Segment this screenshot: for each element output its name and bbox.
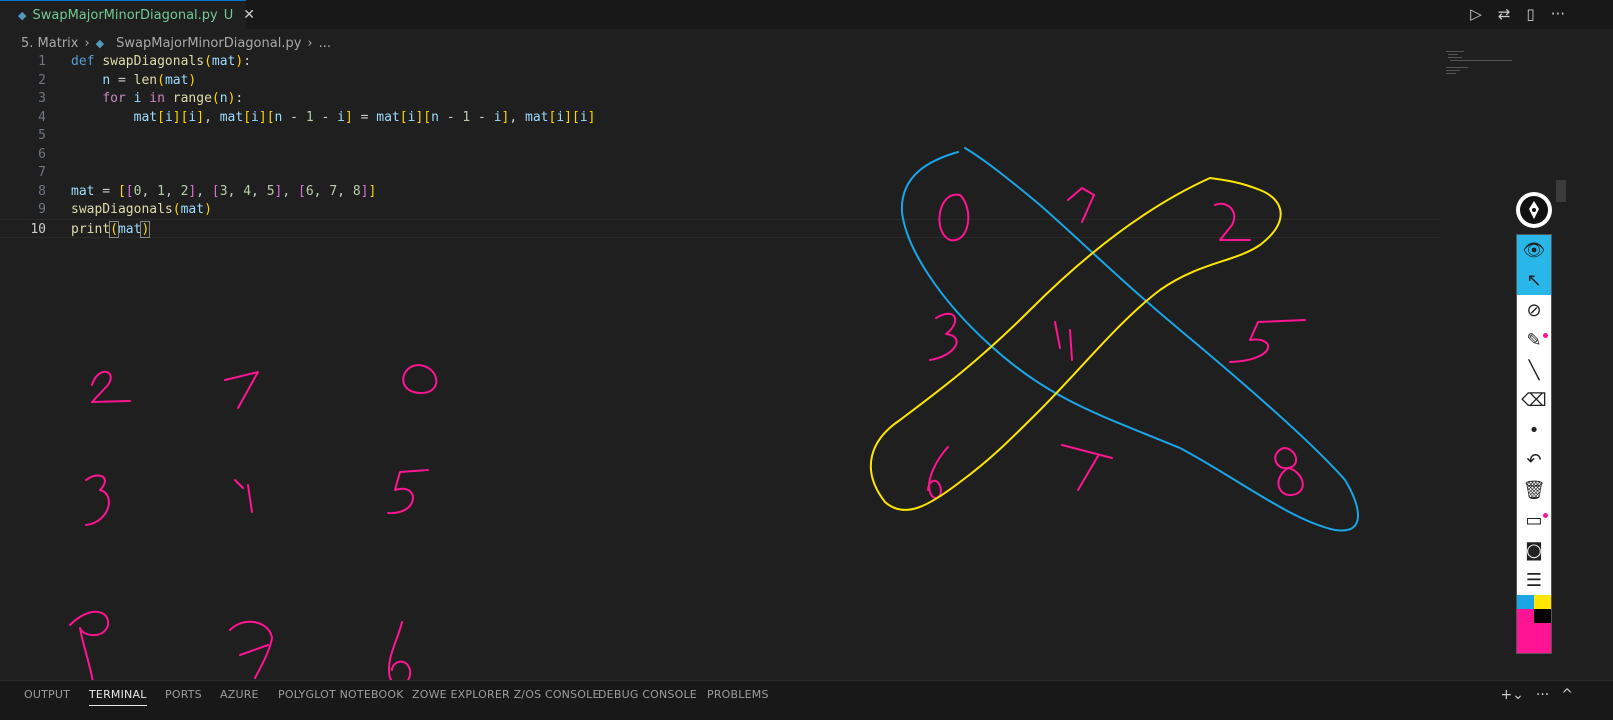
code-line: 7 xyxy=(0,163,1480,182)
close-icon[interactable]: ✕ xyxy=(243,7,255,23)
tab-status: U xyxy=(223,7,234,23)
swatch-cyan[interactable] xyxy=(1517,595,1534,609)
swatch-pink-small[interactable] xyxy=(1517,609,1534,623)
minimap[interactable] xyxy=(1446,50,1516,80)
tab-ports[interactable]: PORTS xyxy=(165,688,202,701)
add-terminal-icon[interactable]: +⌄ xyxy=(1500,687,1523,703)
line-icon[interactable]: ╲ xyxy=(1517,355,1551,385)
code-text: def swapDiagonals(mat): xyxy=(71,54,252,69)
highlighter-icon[interactable]: ✎ xyxy=(1517,325,1551,355)
code-line: 6 xyxy=(0,145,1480,164)
undo-icon[interactable]: ↶ xyxy=(1517,445,1551,475)
pen-off-icon[interactable]: ⊘ xyxy=(1517,295,1551,325)
clipboard-icon[interactable]: ☰ xyxy=(1517,565,1551,595)
code-text: mat[i][i], mat[i][n - 1 - i] = mat[i][n … xyxy=(133,109,596,125)
drawing-toolbar: 👁 ↖ ⊘ ✎ ╲ ⌫ • ↶ 🗑 ▭ ◙ ☰ xyxy=(1516,192,1552,654)
scrollbar-thumb[interactable] xyxy=(1556,180,1566,202)
python-icon: ◆ xyxy=(18,8,27,22)
tab-filename: SwapMajorMinorDiagonal.py xyxy=(32,7,218,23)
line-number: 4 xyxy=(38,109,46,125)
compare-icon[interactable]: ⇄ xyxy=(1498,5,1511,23)
eraser-icon[interactable]: ⌫ xyxy=(1517,385,1551,415)
whiteboard-icon[interactable]: ▭ xyxy=(1517,505,1551,535)
line-number: 2 xyxy=(38,72,46,88)
code-text: print(mat) xyxy=(71,220,151,238)
tab-terminal[interactable]: TERMINAL xyxy=(89,688,147,706)
breadcrumb: 5. Matrix › ◆ SwapMajorMinorDiagonal.py … xyxy=(21,33,331,53)
breadcrumb-more[interactable]: ... xyxy=(319,36,331,51)
code-line: 9 swapDiagonals(mat) xyxy=(0,200,1480,219)
line-number: 8 xyxy=(38,183,46,199)
line-number: 7 xyxy=(38,165,46,180)
tab-debug-console[interactable]: DEBUG CONSOLE xyxy=(598,688,697,701)
pen-icon[interactable] xyxy=(1516,192,1552,228)
breadcrumb-file[interactable]: SwapMajorMinorDiagonal.py xyxy=(116,36,301,51)
code-line: 4 mat[i][i], mat[i][n - 1 - i] = mat[i][… xyxy=(0,108,1480,127)
line-number: 10 xyxy=(30,221,46,237)
eye-icon[interactable]: 👁 xyxy=(1517,235,1551,265)
camera-icon[interactable]: ◙ xyxy=(1517,535,1551,565)
code-line: 5 xyxy=(0,126,1480,145)
editor-tab[interactable]: ◆ SwapMajorMinorDiagonal.py U ✕ xyxy=(0,0,255,29)
line-number: 1 xyxy=(38,54,46,69)
split-editor-icon[interactable]: ▯ xyxy=(1526,5,1534,23)
line-number: 6 xyxy=(38,146,46,162)
bottom-panel: OUTPUT TERMINAL PORTS AZURE POLYGLOT NOT… xyxy=(0,680,1613,720)
tab-zowe-console[interactable]: ZOWE EXPLORER Z/OS CONSOLE xyxy=(412,688,600,701)
breadcrumb-folder[interactable]: 5. Matrix xyxy=(21,36,78,51)
cursor-icon[interactable]: ↖ xyxy=(1517,265,1551,295)
code-text: mat = [[0, 1, 2], [3, 4, 5], [6, 7, 8]] xyxy=(71,183,377,199)
line-number: 3 xyxy=(38,91,46,106)
tab-azure[interactable]: AZURE xyxy=(220,688,259,701)
chevron-right-icon: › xyxy=(307,35,313,51)
chevron-right-icon: › xyxy=(84,35,90,51)
line-number: 5 xyxy=(38,128,46,143)
code-text: n = len(mat) xyxy=(102,72,197,88)
tab-output[interactable]: OUTPUT xyxy=(24,688,70,701)
code-text: swapDiagonals(mat) xyxy=(71,202,212,217)
current-color xyxy=(1517,623,1551,653)
trash-icon[interactable]: 🗑 xyxy=(1517,475,1551,505)
dot-icon[interactable]: • xyxy=(1517,415,1551,445)
tab-bar: ◆ SwapMajorMinorDiagonal.py U ✕ ▷ ⇄ ▯ ··… xyxy=(0,0,1613,29)
maximize-panel-icon[interactable]: ^ xyxy=(1561,687,1573,703)
color-swatches[interactable] xyxy=(1517,595,1551,653)
code-line-current: 10 print(mat) xyxy=(0,218,1440,238)
tab-polyglot-notebook[interactable]: POLYGLOT NOTEBOOK xyxy=(278,688,404,701)
line-number: 9 xyxy=(38,202,46,217)
code-text: for i in range(n): xyxy=(102,91,244,106)
tab-problems[interactable]: PROBLEMS xyxy=(707,688,769,701)
swatch-yellow[interactable] xyxy=(1534,595,1551,609)
python-icon: ◆ xyxy=(95,36,105,50)
code-line: 2 n = len(mat) xyxy=(0,71,1480,90)
swatch-black[interactable] xyxy=(1534,609,1551,623)
more-actions-icon[interactable]: ··· xyxy=(1551,5,1565,23)
code-line: 8 mat = [[0, 1, 2], [3, 4, 5], [6, 7, 8]… xyxy=(0,182,1480,201)
more-actions-icon[interactable]: ··· xyxy=(1536,687,1549,703)
code-line: 3 for i in range(n): xyxy=(0,89,1480,108)
code-line: 1 def swapDiagonals(mat): xyxy=(0,52,1480,71)
run-icon[interactable]: ▷ xyxy=(1470,5,1482,23)
